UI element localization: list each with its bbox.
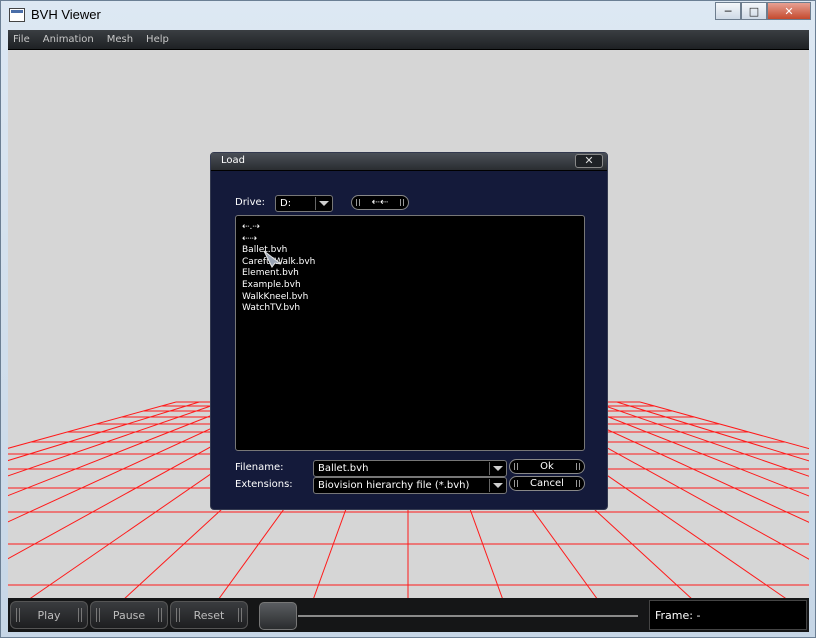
pause-label: Pause — [112, 608, 146, 622]
list-item[interactable]: CarefulWalk.bvh — [242, 257, 578, 269]
filename-label: Filename: — [235, 462, 284, 473]
list-item[interactable]: Ballet.bvh — [242, 245, 578, 257]
button-grip-icon — [158, 608, 162, 622]
extensions-select[interactable]: Biovision hierarchy file (*.bvh) — [313, 477, 507, 494]
title-bar[interactable]: BVH Viewer ─ □ ✕ — [1, 1, 816, 29]
chevron-down-icon — [315, 197, 331, 210]
parent-directory-button[interactable]: ⇠⇠ — [351, 195, 409, 210]
list-item[interactable]: ⇠⇢ — [242, 234, 578, 246]
list-item[interactable]: ⇠.⇢ — [242, 222, 578, 234]
button-grip-icon — [576, 480, 580, 487]
cancel-label: Cancel — [530, 478, 564, 489]
chevron-down-icon — [489, 462, 505, 475]
maximize-button[interactable]: □ — [741, 2, 767, 20]
button-grip-icon — [514, 463, 518, 470]
minimize-button[interactable]: ─ — [715, 2, 741, 20]
client-area: File Animation Mesh Help Load ✕ Drive: D… — [8, 30, 809, 632]
reset-label: Reset — [193, 608, 225, 622]
button-grip-icon — [78, 608, 82, 622]
ok-label: Ok — [540, 461, 554, 472]
dialog-close-button[interactable]: ✕ — [575, 154, 603, 168]
list-item[interactable]: Element.bvh — [242, 268, 578, 280]
parent-directory-label: ⇠⇠ — [371, 197, 389, 208]
app-icon — [9, 8, 25, 22]
pause-button[interactable]: Pause — [90, 601, 168, 629]
button-grip-icon — [16, 608, 20, 622]
extensions-value: Biovision hierarchy file (*.bvh) — [318, 480, 470, 491]
window-title: BVH Viewer — [31, 7, 101, 22]
reset-button[interactable]: Reset — [170, 601, 248, 629]
frame-slider-track[interactable] — [298, 615, 638, 617]
app-window: BVH Viewer ─ □ ✕ File Animation Mesh Hel… — [0, 0, 816, 638]
drive-value: D: — [280, 198, 292, 209]
playback-toolbar: Play Pause Reset Frame: - — [8, 598, 809, 632]
load-dialog: Load ✕ Drive: D: ⇠⇠ ⇠.⇢ ⇠⇢ Ballet.bvh Ca… — [210, 152, 608, 510]
filename-field[interactable]: Ballet.bvh — [313, 460, 507, 477]
frame-readout: Frame: - — [649, 600, 807, 630]
close-button[interactable]: ✕ — [767, 2, 811, 20]
window-controls: ─ □ ✕ — [715, 2, 811, 20]
button-grip-icon — [96, 608, 100, 622]
list-item[interactable]: WalkKneel.bvh — [242, 292, 578, 304]
menu-animation[interactable]: Animation — [43, 34, 94, 45]
button-grip-icon — [576, 463, 580, 470]
ok-button[interactable]: Ok — [509, 459, 585, 474]
dialog-title: Load — [221, 155, 245, 166]
menu-mesh[interactable]: Mesh — [107, 34, 133, 45]
list-item[interactable]: WatchTV.bvh — [242, 303, 578, 315]
menu-file[interactable]: File — [13, 34, 30, 45]
button-grip-icon — [238, 608, 242, 622]
play-label: Play — [37, 608, 61, 622]
filename-value: Ballet.bvh — [318, 463, 369, 474]
play-button[interactable]: Play — [10, 601, 88, 629]
menu-help[interactable]: Help — [146, 34, 169, 45]
file-list[interactable]: ⇠.⇢ ⇠⇢ Ballet.bvh CarefulWalk.bvh Elemen… — [235, 215, 585, 451]
menu-bar: File Animation Mesh Help — [8, 30, 809, 50]
button-grip-icon — [400, 199, 404, 206]
drive-select[interactable]: D: — [275, 195, 333, 212]
button-grip-icon — [356, 199, 360, 206]
button-grip-icon — [514, 480, 518, 487]
mouse-cursor-icon — [263, 250, 282, 268]
frame-slider-thumb[interactable] — [259, 602, 297, 630]
list-item[interactable]: Example.bvh — [242, 280, 578, 292]
chevron-down-icon — [489, 479, 505, 492]
button-grip-icon — [176, 608, 180, 622]
drive-label: Drive: — [235, 197, 266, 208]
cancel-button[interactable]: Cancel — [509, 476, 585, 491]
dialog-title-bar[interactable]: Load ✕ — [211, 153, 607, 171]
extensions-label: Extensions: — [235, 479, 293, 490]
